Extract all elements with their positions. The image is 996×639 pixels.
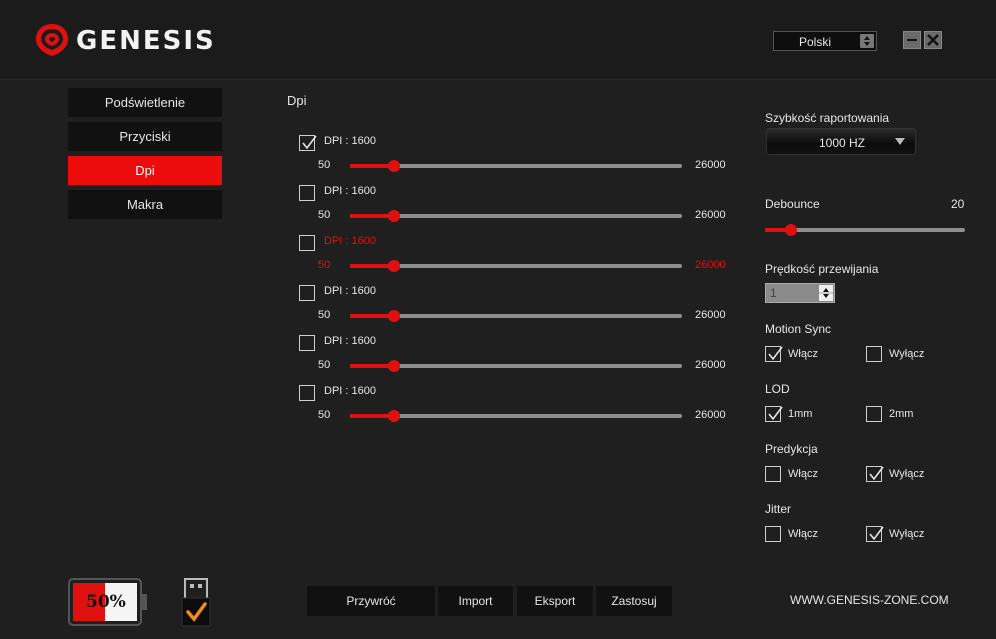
checkmark-icon [768,346,783,361]
section-title: Dpi [287,93,307,108]
dpi-max-label: 26000 [695,359,726,371]
dpi-min-label: 50 [318,259,331,271]
close-button[interactable] [924,31,942,49]
dpi-level-checkbox[interactable] [299,135,317,151]
checkmark-icon [768,406,783,421]
motion-sync-option-b-checkbox[interactable] [866,346,882,362]
scroll-speed-label: Prędkość przewijania [765,262,879,276]
scroll-speed-value: 1 [770,286,777,300]
motion-sync-option-a-label: Włącz [788,348,818,360]
dpi-slider[interactable] [350,160,682,172]
nav-item-dpi[interactable]: Dpi [68,156,222,185]
dpi-level-label: DPI : 1600 [324,335,376,347]
debounce-slider-knob[interactable] [785,224,797,236]
lod-label: LOD [765,382,790,396]
dropdown-arrow-icon [895,138,905,145]
debounce-value: 20 [951,197,965,211]
export-button[interactable]: Eksport [517,586,593,616]
jitter-option-a-checkbox[interactable] [765,526,781,542]
dpi-max-label: 26000 [695,409,726,421]
dpi-max-label: 26000 [695,309,726,321]
dpi-level-label: DPI : 1600 [324,285,376,297]
dpi-slider-knob[interactable] [387,160,400,172]
brand-name: GENESIS [76,26,216,56]
jitter-option-b-checkbox[interactable] [866,526,884,542]
motion-sync-option-a-checkbox[interactable] [765,346,783,362]
lod-option-a-checkbox[interactable] [765,406,783,422]
dpi-min-label: 50 [318,409,331,421]
dpi-slider[interactable] [350,260,682,272]
dpi-level-checkbox[interactable] [299,285,315,301]
motion-sync-label: Motion Sync [765,322,832,336]
jitter-label: Jitter [765,502,792,516]
apply-button[interactable]: Zastosuj [596,586,672,616]
dpi-slider-knob[interactable] [387,260,400,272]
restore-button[interactable]: Przywróć [307,586,435,616]
prediction-option-a-checkbox[interactable] [765,466,781,482]
dpi-level-checkbox[interactable] [299,235,315,251]
nav-item-lighting[interactable]: Podświetlenie [68,88,222,117]
debounce-slider[interactable] [765,224,965,236]
dpi-min-label: 50 [318,309,331,321]
dpi-min-label: 50 [318,209,331,221]
dpi-slider[interactable] [350,310,682,322]
updown-arrows-icon [860,34,874,48]
lod-option-b-checkbox[interactable] [866,406,882,422]
dpi-level-checkbox[interactable] [299,385,315,401]
report-rate-label: Szybkość raportowania [765,111,890,125]
lod-option-b-label: 2mm [889,408,914,420]
prediction-label: Predykcja [765,442,818,456]
nav-item-buttons[interactable]: Przyciski [68,122,222,151]
dpi-slider[interactable] [350,210,682,222]
import-button[interactable]: Import [438,586,513,616]
prediction-option-b-checkbox[interactable] [866,466,884,482]
jitter-option-a-label: Włącz [788,528,818,540]
website-link[interactable]: WWW.GENESIS-ZONE.COM [790,593,949,607]
dpi-level-label: DPI : 1600 [324,235,376,247]
nav-item-macros[interactable]: Makra [68,190,222,219]
checkmark-icon [869,466,884,481]
battery-percent: 50% [86,592,126,612]
dpi-slider-knob[interactable] [387,210,400,222]
spin-arrows-icon[interactable] [819,285,833,301]
dpi-max-label: 26000 [695,159,726,171]
motion-sync-option-b-label: Wyłącz [889,348,925,360]
battery-indicator: 50% [68,578,148,626]
dpi-slider-knob[interactable] [387,310,400,322]
debounce-label: Debounce [765,197,820,211]
prediction-option-b-label: Wyłącz [889,468,925,480]
dpi-level-label: DPI : 1600 [324,135,376,147]
genesis-logo-icon [36,24,68,56]
jitter-option-b-label: Wyłącz [889,528,925,540]
close-icon [927,34,939,46]
dpi-max-label: 26000 [695,209,726,221]
dpi-level-label: DPI : 1600 [324,385,376,397]
checkmark-icon [302,135,317,150]
dpi-level-checkbox[interactable] [299,185,315,201]
dpi-level-label: DPI : 1600 [324,185,376,197]
language-value: Polski [798,35,831,49]
dpi-min-label: 50 [318,359,331,371]
prediction-option-a-label: Włącz [788,468,818,480]
report-rate-dropdown[interactable]: 1000 HZ [766,128,916,155]
minimize-icon [907,39,917,41]
dpi-level-checkbox[interactable] [299,335,315,351]
lod-option-a-label: 1mm [788,408,813,420]
checkmark-icon [869,526,884,541]
dpi-slider-knob[interactable] [387,360,400,372]
dpi-slider[interactable] [350,360,682,372]
language-select[interactable]: Polski [773,31,877,51]
scroll-speed-spinbox[interactable]: 1 [765,283,835,303]
minimize-button[interactable] [903,31,921,49]
dpi-slider[interactable] [350,410,682,422]
app-header: GENESIS Polski [0,0,996,80]
dpi-min-label: 50 [318,159,331,171]
usb-dongle-check-icon [181,578,211,627]
dpi-slider-knob[interactable] [387,410,400,422]
dpi-max-label: 26000 [695,259,726,271]
